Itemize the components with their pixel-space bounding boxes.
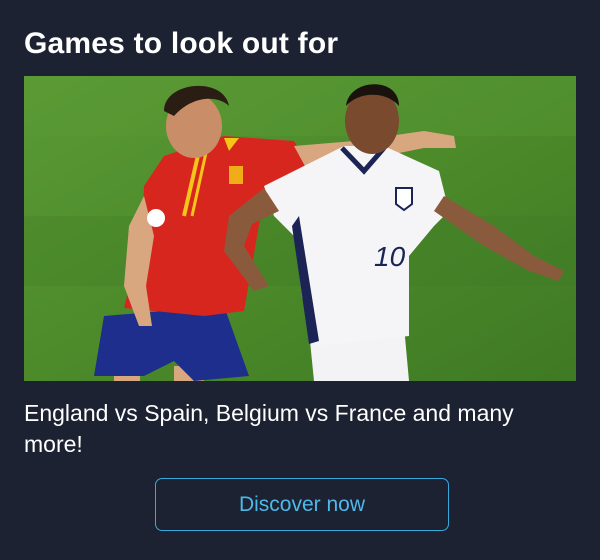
hero-image: 10 [24,76,576,381]
shirt-number: 10 [374,241,406,272]
discover-now-button[interactable]: Discover now [155,478,449,531]
promo-card: Games to look out for 10 England vs Spai… [0,0,600,560]
football-players-illustration: 10 [24,76,576,381]
card-description: England vs Spain, Belgium vs France and … [24,400,514,457]
card-title: Games to look out for [24,27,339,60]
